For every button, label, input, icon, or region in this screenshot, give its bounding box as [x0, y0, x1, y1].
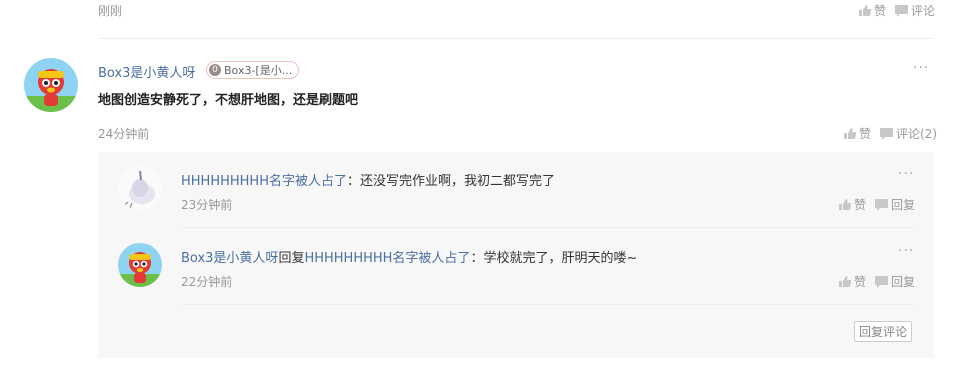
reply-time: 23分钟前: [181, 198, 233, 212]
reply-target[interactable]: HHHHHHHHH名字被人占了: [304, 251, 470, 266]
avatar-image: [118, 166, 162, 210]
thumb-up-icon: [839, 276, 851, 287]
reply-time: 22分钟前: [181, 275, 233, 289]
more-options-icon[interactable]: ···: [898, 166, 914, 182]
comment-text: 地图创造安静死了，不想肝地图，还是刷题吧: [98, 93, 359, 108]
reply-divider: [181, 227, 914, 228]
thumb-up-icon: [859, 5, 871, 16]
prev-comment-label: 评论: [911, 4, 936, 18]
reply-reply-label: 回复: [891, 275, 916, 289]
comment-bubble-icon: [875, 198, 888, 211]
reply-avatar[interactable]: [118, 166, 162, 210]
badge-text: Box3-[是小...: [224, 64, 293, 77]
prev-comment-time: 刚刚: [98, 4, 123, 18]
reply-line: HHHHHHHHH名字被人占了：还没写完作业啊，我初二都写完了: [181, 170, 555, 189]
comment-count-label: 评论(2): [896, 127, 937, 141]
comment-bubble-icon: [880, 127, 893, 140]
reply-comment-button[interactable]: 回复评论: [854, 321, 912, 342]
reply-reply-button[interactable]: 回复: [875, 196, 915, 213]
reply-text: 学校就完了，肝明天的喽~: [483, 251, 638, 266]
thumb-up-icon: [844, 128, 856, 139]
reply-reply-button[interactable]: 回复: [875, 273, 915, 290]
user-avatar[interactable]: [24, 58, 78, 112]
reply-separator: ：: [346, 174, 360, 189]
thumb-up-icon: [839, 199, 851, 210]
avatar-image: [118, 243, 162, 287]
reply-author[interactable]: HHHHHHHHH名字被人占了: [181, 174, 347, 189]
reply-divider: [181, 304, 914, 305]
reply-author[interactable]: Box3是小黄人呀: [181, 251, 278, 266]
more-options-icon[interactable]: ···: [898, 243, 914, 259]
prev-like-label: 赞: [874, 4, 887, 18]
like-button[interactable]: 赞: [844, 125, 871, 142]
like-label: 赞: [859, 127, 872, 141]
comment-time: 24分钟前: [98, 127, 150, 141]
comment-bubble-icon: [895, 4, 908, 17]
reply-reply-label: 回复: [891, 198, 916, 212]
reply-like-button[interactable]: 赞: [839, 196, 866, 213]
reply-mid: 回复: [278, 251, 305, 266]
user-badge[interactable]: 0 Box3-[是小...: [206, 61, 300, 79]
comment-count-button[interactable]: 评论(2): [880, 125, 937, 142]
reply-like-button[interactable]: 赞: [839, 273, 866, 290]
more-options-icon[interactable]: ···: [913, 60, 929, 76]
reply-separator: ：: [470, 251, 484, 266]
avatar-image: [24, 58, 78, 112]
prev-like-button[interactable]: 赞: [859, 2, 886, 19]
reply-like-label: 赞: [854, 198, 867, 212]
reply-text: 还没写完作业啊，我初二都写完了: [360, 174, 556, 189]
reply-line: Box3是小黄人呀回复HHHHHHHHH名字被人占了：学校就完了，肝明天的喽~: [181, 247, 637, 266]
reply-avatar[interactable]: [118, 243, 162, 287]
badge-level-icon: 0: [209, 64, 221, 76]
comment-bubble-icon: [875, 275, 888, 288]
reply-like-label: 赞: [854, 275, 867, 289]
prev-comment-button[interactable]: 评论: [895, 2, 935, 19]
divider: [98, 38, 934, 39]
comment-author[interactable]: Box3是小黄人呀: [98, 62, 195, 81]
